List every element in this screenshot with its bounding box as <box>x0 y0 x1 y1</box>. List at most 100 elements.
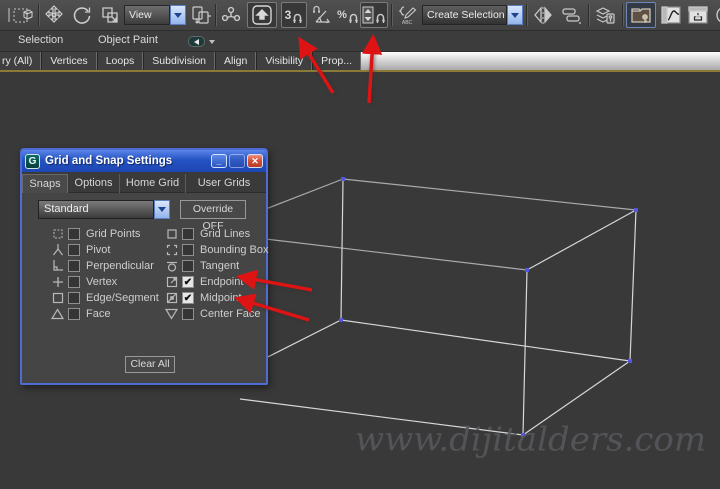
ribbon-group-object-paint[interactable]: Object Paint <box>98 34 158 46</box>
face-icon <box>50 308 65 320</box>
magnet-icon <box>292 12 303 24</box>
maximize-button[interactable] <box>229 154 245 168</box>
toolbox-toggle-button[interactable] <box>626 2 656 28</box>
ribbon-group-selection[interactable]: Selection <box>18 34 63 46</box>
tab-options[interactable]: Options <box>68 174 120 193</box>
named-selection-sets-dropdown[interactable]: Create Selection Se <box>422 5 523 25</box>
endpoint-checkbox[interactable]: ✔ <box>182 276 194 288</box>
app-logo-icon: G <box>25 154 40 169</box>
select-and-manipulate-button[interactable] <box>218 2 244 28</box>
spinner-snap-toggle-button[interactable] <box>360 2 388 28</box>
material-editor-button[interactable] <box>712 2 720 28</box>
snaps-toggle-button[interactable]: 3 <box>281 2 307 28</box>
select-and-scale-button[interactable] <box>97 2 123 28</box>
snap-preset-dropdown[interactable]: Standard <box>38 200 170 219</box>
grid-points-icon <box>50 228 65 240</box>
grid-lines-checkbox[interactable] <box>182 228 194 240</box>
midpoint-checkbox[interactable]: ✔ <box>182 292 194 304</box>
vertex-checkbox[interactable] <box>68 276 80 288</box>
snap-row-midpoint: ✔ Midpoint <box>164 290 242 305</box>
endpoint-label: Endpoint <box>200 276 243 288</box>
tab-snaps[interactable]: Snaps <box>22 174 68 193</box>
edge-segment-label: Edge/Segment <box>86 292 159 304</box>
perpendicular-checkbox[interactable] <box>68 260 80 272</box>
pivot-label: Pivot <box>86 244 110 256</box>
reference-coordinate-value[interactable]: View <box>124 5 170 25</box>
reference-coordinate-dropdown[interactable]: View <box>124 5 186 25</box>
ribbon-tab-geometry-all[interactable]: ry (All) <box>0 52 41 70</box>
tangent-icon <box>164 260 179 272</box>
snap-row-endpoint: ✔ Endpoint <box>164 274 243 289</box>
ribbon-tab-loops[interactable]: Loops <box>97 52 144 70</box>
edge-segment-checkbox[interactable] <box>68 292 80 304</box>
tab-home-grid[interactable]: Home Grid <box>120 174 186 193</box>
grid-points-label: Grid Points <box>86 228 140 240</box>
keyboard-override-toggle-button[interactable]: ABC <box>394 2 420 28</box>
selection-region-icon[interactable] <box>10 2 36 28</box>
snap-row-grid-lines: Grid Lines <box>164 226 250 241</box>
vertex-label: Vertex <box>86 276 117 288</box>
snap-preset-value[interactable]: Standard <box>38 200 154 219</box>
bounding-box-checkbox[interactable] <box>182 244 194 256</box>
dialog-titlebar[interactable]: G Grid and Snap Settings _ ✕ <box>22 150 266 172</box>
watermark: www.dijitalders.com <box>355 421 685 459</box>
named-selection-sets-value[interactable]: Create Selection Se <box>422 5 507 25</box>
ribbon-tab-vertices[interactable]: Vertices <box>41 52 96 70</box>
endpoint-icon <box>164 276 179 288</box>
select-and-rotate-button[interactable] <box>69 2 95 28</box>
tangent-checkbox[interactable] <box>182 260 194 272</box>
face-checkbox[interactable] <box>68 308 80 320</box>
dropdown-arrow-icon[interactable] <box>507 5 523 25</box>
percent-snap-toggle-button[interactable]: % <box>335 2 361 28</box>
mirror-button[interactable] <box>530 2 556 28</box>
snap-row-grid-points: Grid Points <box>50 226 140 241</box>
snap-row-tangent: Tangent <box>164 258 239 273</box>
align-button[interactable] <box>558 2 584 28</box>
center-face-label: Center Face <box>200 308 261 320</box>
use-pivot-point-center-button[interactable] <box>188 2 214 28</box>
snap-row-face: Face <box>50 306 110 321</box>
vertex-markers <box>339 177 638 437</box>
magnet-icon <box>375 12 386 24</box>
toolbar-separator <box>526 4 528 26</box>
layer-manager-button[interactable] <box>592 2 618 28</box>
schematic-view-button[interactable] <box>685 2 711 28</box>
grid-points-checkbox[interactable] <box>68 228 80 240</box>
application-window: www.dijitalders.com <box>0 0 720 489</box>
minimize-button[interactable]: _ <box>211 154 227 168</box>
center-face-checkbox[interactable] <box>182 308 194 320</box>
perpendicular-label: Perpendicular <box>86 260 154 272</box>
bounding-box-icon <box>164 244 179 256</box>
angle-snap-toggle-button[interactable] <box>308 2 334 28</box>
spinner-icon <box>362 6 374 24</box>
curve-editor-button[interactable] <box>658 2 684 28</box>
magnet-icon <box>348 12 359 24</box>
dropdown-arrow-icon[interactable] <box>154 200 170 219</box>
snaps-mode-label: 3 <box>285 8 292 22</box>
ribbon-tab-subdivision[interactable]: Subdivision <box>143 52 215 70</box>
grid-and-snap-settings-dialog: G Grid and Snap Settings _ ✕ Snaps Optio… <box>20 148 268 385</box>
ribbon-header-row: Selection Object Paint <box>0 31 720 52</box>
ribbon-grip[interactable]: ... <box>268 56 279 66</box>
close-button[interactable]: ✕ <box>247 154 263 168</box>
select-and-move-button[interactable] <box>41 2 67 28</box>
pivot-icon <box>50 243 65 256</box>
toolbar-separator <box>391 4 393 26</box>
snap-row-bounding-box: Bounding Box <box>164 242 269 257</box>
ribbon-collapse-caret-icon[interactable] <box>209 40 215 44</box>
ribbon-tab-align[interactable]: Align <box>215 52 256 70</box>
ribbon-tab-properties[interactable]: Prop... <box>312 52 361 70</box>
snap-row-pivot: Pivot <box>50 242 110 257</box>
dropdown-arrow-icon[interactable] <box>170 5 186 25</box>
clear-all-button[interactable]: Clear All <box>125 356 175 373</box>
face-label: Face <box>86 308 110 320</box>
ribbon-collapse-icon[interactable] <box>188 36 205 47</box>
tab-user-grids[interactable]: User Grids <box>186 174 262 193</box>
override-off-button[interactable]: Override OFF <box>180 200 246 219</box>
midpoint-label: Midpoint <box>200 292 242 304</box>
snap-row-perpendicular: Perpendicular <box>50 258 154 273</box>
pivot-checkbox[interactable] <box>68 244 80 256</box>
up-arrow-toggle-button[interactable] <box>247 2 277 28</box>
tangent-label: Tangent <box>200 260 239 272</box>
ribbon-tab-visibility[interactable]: Visibility <box>256 52 312 70</box>
